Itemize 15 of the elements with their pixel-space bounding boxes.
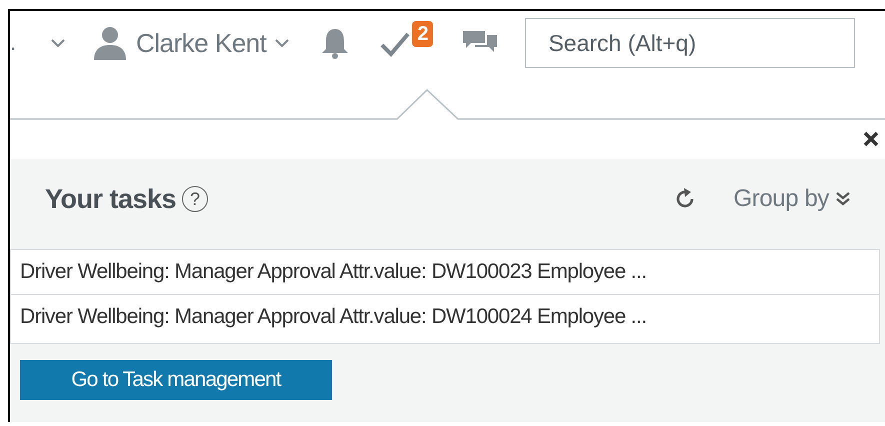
help-icon[interactable]: ? bbox=[182, 186, 208, 212]
user-icon bbox=[92, 26, 128, 60]
search-field[interactable]: Search (Alt+q) bbox=[525, 18, 856, 68]
close-icon[interactable] bbox=[863, 131, 879, 147]
panel-title: Your tasks bbox=[45, 184, 176, 214]
task-item[interactable]: Driver Wellbeing: Manager Approval Attr.value: DW100024 Employee ... bbox=[11, 295, 879, 343]
menu-label: . bbox=[10, 30, 18, 56]
user-menu[interactable]: Clarke Kent bbox=[92, 26, 290, 60]
bell-icon[interactable] bbox=[320, 27, 350, 59]
count-badge: 2 bbox=[412, 21, 434, 47]
task-item[interactable]: Driver Wellbeing: Manager Approval Attr.value: DW100023 Employee ... bbox=[11, 250, 879, 295]
double-chevron-icon bbox=[835, 191, 851, 207]
group-by-button[interactable]: Group by bbox=[733, 185, 851, 213]
task-management-button[interactable]: Go to Task management bbox=[20, 360, 332, 400]
checkmark-icon[interactable] bbox=[380, 31, 410, 57]
